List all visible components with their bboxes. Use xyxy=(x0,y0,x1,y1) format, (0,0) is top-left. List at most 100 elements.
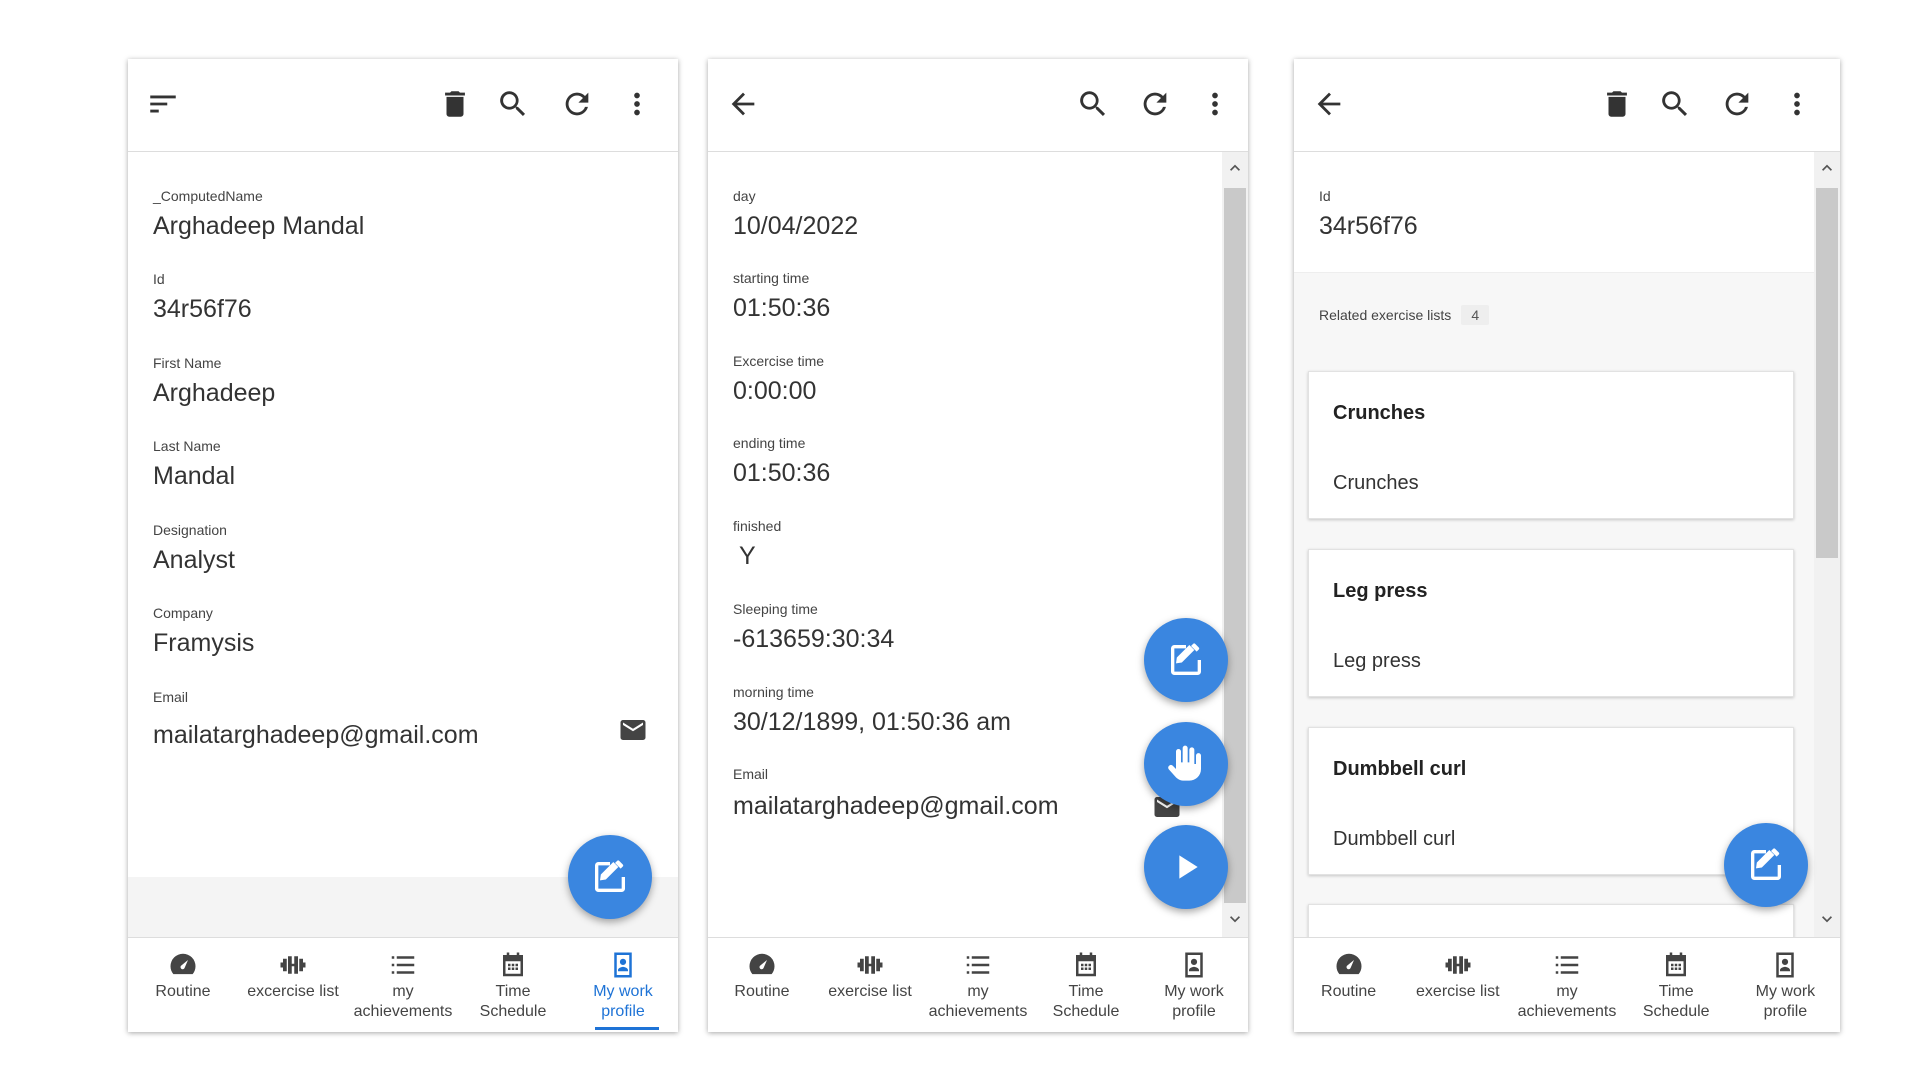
nav-label: achievements xyxy=(353,1003,453,1020)
exercise-card-partial[interactable] xyxy=(1308,904,1794,937)
field-value: 0:00:00 xyxy=(733,377,817,405)
field-label: First Name xyxy=(153,355,222,371)
field-label: _ComputedName xyxy=(153,188,263,204)
nav-label: achievements xyxy=(928,1003,1028,1020)
sort-menu-icon[interactable] xyxy=(140,81,186,127)
field-label: Email xyxy=(733,766,769,782)
exercise-card[interactable]: Leg press Leg press xyxy=(1308,549,1794,697)
play-fab-button[interactable] xyxy=(1144,825,1228,909)
exercise-card[interactable]: Dumbbell curl Dumbbell curl xyxy=(1308,727,1794,875)
edit-icon xyxy=(1171,643,1201,675)
calendar-icon xyxy=(1069,948,1103,982)
nav-my-achievements[interactable]: my achievements xyxy=(924,938,1032,1032)
edit-fab-button[interactable] xyxy=(568,835,652,919)
dashboard-icon xyxy=(166,948,200,982)
delete-icon[interactable] xyxy=(1594,81,1640,127)
refresh-icon[interactable] xyxy=(1714,81,1760,127)
badge-icon xyxy=(606,948,640,982)
nav-label: My work xyxy=(1164,983,1224,1000)
delete-icon[interactable] xyxy=(432,81,478,127)
field-value: Arghadeep Mandal xyxy=(153,212,365,240)
search-icon[interactable] xyxy=(1070,81,1116,127)
more-vert-icon[interactable] xyxy=(614,81,660,127)
nav-routine[interactable]: Routine xyxy=(708,938,816,1032)
field-value: 30/12/1899, 01:50:36 am xyxy=(733,708,1012,736)
stop-fab-button[interactable] xyxy=(1144,722,1228,806)
routine-detail-panel: day 10/04/2022 starting time 01:50:36 Ex… xyxy=(708,59,1248,1032)
nav-exercise-list[interactable]: exercise list xyxy=(816,938,924,1032)
field-value: Mandal xyxy=(153,462,235,490)
nav-my-work-profile[interactable]: My work profile xyxy=(1731,938,1840,1032)
nav-label: profile xyxy=(1763,1003,1808,1020)
scroll-up-icon[interactable] xyxy=(1225,158,1245,178)
nav-my-work-profile[interactable]: My work profile xyxy=(1140,938,1248,1032)
mail-icon[interactable] xyxy=(618,715,648,745)
back-arrow-icon[interactable] xyxy=(720,81,766,127)
nav-my-achievements[interactable]: my achievements xyxy=(1512,938,1621,1032)
field-label: Excercise time xyxy=(733,353,825,369)
exercise-list-content: Id 34r56f76 Related exercise lists 4 Crun… xyxy=(1294,152,1840,937)
nav-time-schedule[interactable]: Time Schedule xyxy=(1032,938,1140,1032)
field-label: Sleeping time xyxy=(733,601,818,617)
field-value: 01:50:36 xyxy=(733,294,831,322)
more-vert-icon[interactable] xyxy=(1192,81,1238,127)
scroll-up-icon[interactable] xyxy=(1817,158,1837,178)
field-email: Email mailatarghadeep@gmail.com xyxy=(733,765,1208,821)
search-icon[interactable] xyxy=(1652,81,1698,127)
edit-icon xyxy=(595,860,625,892)
field-starting-time: starting time 01:50:36 xyxy=(733,269,1208,323)
field-value: mailatarghadeep@gmail.com xyxy=(733,792,1059,820)
play-icon xyxy=(1179,855,1198,879)
nav-my-work-profile[interactable]: My work profile xyxy=(568,938,678,1032)
nav-exercise-list[interactable]: exercise list xyxy=(1403,938,1512,1032)
top-app-bar xyxy=(128,59,678,152)
back-arrow-icon[interactable] xyxy=(1306,81,1352,127)
exercise-card[interactable]: Crunches Crunches xyxy=(1308,371,1794,519)
nav-label: excercise list xyxy=(247,983,339,1000)
top-app-bar xyxy=(1294,59,1840,152)
card-subtitle: Crunches xyxy=(1333,472,1419,494)
scrollbar[interactable] xyxy=(1222,152,1248,937)
field-day: day 10/04/2022 xyxy=(733,187,1208,241)
profile-panel: _ComputedName Arghadeep Mandal Id 34r56f… xyxy=(128,59,678,1032)
id-section: Id 34r56f76 xyxy=(1294,152,1814,273)
edit-fab-button[interactable] xyxy=(1724,823,1808,907)
nav-routine[interactable]: Routine xyxy=(1294,938,1403,1032)
edit-icon xyxy=(1751,848,1781,880)
dumbbell-icon xyxy=(276,948,310,982)
nav-label: my xyxy=(1556,983,1578,1000)
scrollbar-thumb[interactable] xyxy=(1816,188,1838,558)
refresh-icon[interactable] xyxy=(554,81,600,127)
field-label: Last Name xyxy=(153,438,221,454)
field-company: Company Framysis xyxy=(153,604,638,658)
nav-time-schedule[interactable]: Time Schedule xyxy=(458,938,568,1032)
nav-exercise-list[interactable]: excercise list xyxy=(238,938,348,1032)
refresh-icon[interactable] xyxy=(1132,81,1178,127)
bottom-navigation: Routine exercise list my achievements Ti… xyxy=(708,937,1248,1032)
list-icon xyxy=(1550,948,1584,982)
scrollbar-thumb[interactable] xyxy=(1224,188,1246,903)
scrollbar[interactable] xyxy=(1814,152,1840,937)
field-value: 34r56f76 xyxy=(153,295,252,323)
field-value: 10/04/2022 xyxy=(733,212,859,240)
related-lists-header: Related exercise lists 4 xyxy=(1319,305,1490,325)
card-subtitle: Leg press xyxy=(1333,650,1421,672)
scroll-down-icon[interactable] xyxy=(1817,909,1837,929)
nav-routine[interactable]: Routine xyxy=(128,938,238,1032)
scroll-down-icon[interactable] xyxy=(1225,909,1245,929)
nav-label: achievements xyxy=(1517,1003,1617,1020)
badge-icon xyxy=(1177,948,1211,982)
more-vert-icon[interactable] xyxy=(1774,81,1820,127)
dashboard-icon xyxy=(745,948,779,982)
field-computed-name: _ComputedName Arghadeep Mandal xyxy=(153,187,638,241)
nav-my-achievements[interactable]: my achievements xyxy=(348,938,458,1032)
nav-label: my xyxy=(392,983,414,1000)
nav-time-schedule[interactable]: Time Schedule xyxy=(1622,938,1731,1032)
search-icon[interactable] xyxy=(490,81,536,127)
field-morning-time: morning time 30/12/1899, 01:50:36 am xyxy=(733,683,1208,737)
field-label: Email xyxy=(153,689,189,705)
edit-fab-button[interactable] xyxy=(1144,618,1228,702)
nav-label: exercise list xyxy=(1416,983,1500,1000)
nav-label: Time xyxy=(1658,983,1694,1000)
nav-label: Time xyxy=(495,983,531,1000)
